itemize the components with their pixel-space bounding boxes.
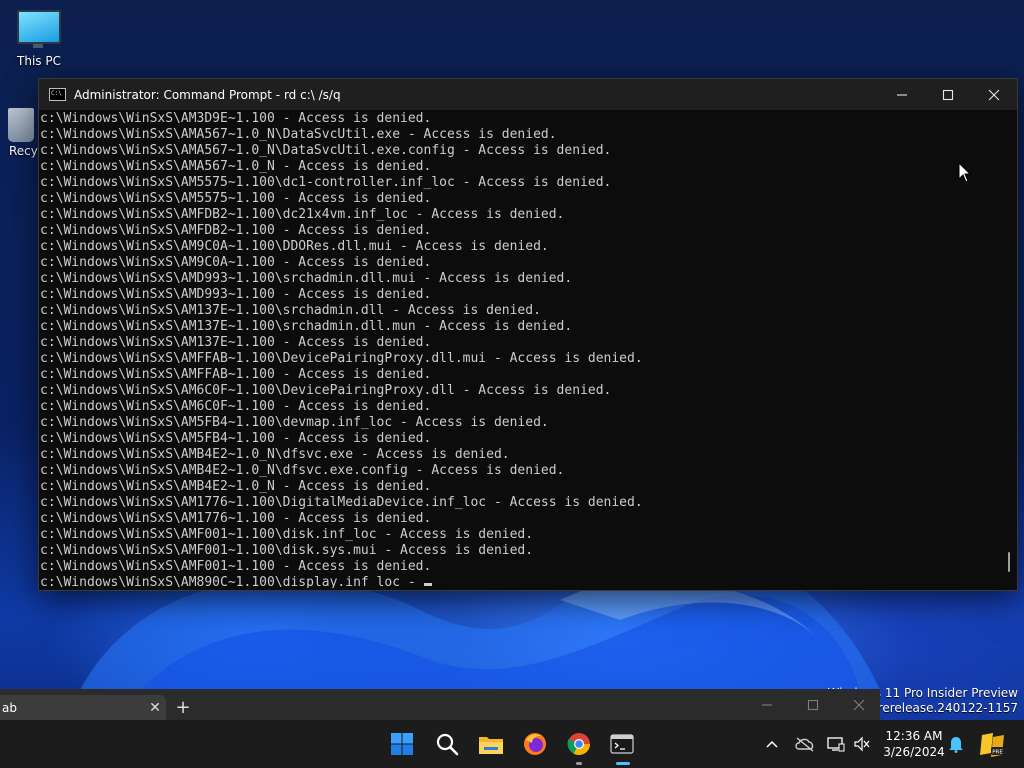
console-line: c:\Windows\WinSxS\AM137E~1.100 - Access … (40, 335, 432, 350)
windows-logo-icon (391, 733, 413, 755)
tab-close-icon[interactable]: ✕ (144, 700, 166, 716)
minimize-button[interactable] (879, 79, 925, 110)
desktop-icon-recycle-bin[interactable]: Recycle Bin (4, 108, 38, 158)
terminal-tab[interactable]: ab ✕ (0, 695, 166, 720)
command-prompt-window[interactable]: C:\ Administrator: Command Prompt - rd c… (38, 78, 1018, 591)
taskbar-clock[interactable]: 12:36 AM 3/26/2024 (876, 728, 952, 760)
console-line: c:\Windows\WinSxS\AM3D9E~1.100 - Access … (40, 111, 432, 126)
file-explorer-button[interactable] (475, 728, 507, 760)
console-line: c:\Windows\WinSxS\AM9C0A~1.100\DDORes.dl… (40, 239, 549, 254)
terminal-maximize-button[interactable] (790, 689, 836, 720)
console-line: c:\Windows\WinSxS\AM1776~1.100 - Access … (40, 511, 432, 526)
console-line: c:\Windows\WinSxS\AM6C0F~1.100 - Access … (40, 399, 432, 414)
mouse-pointer-icon (958, 162, 972, 183)
scrollbar-thumb[interactable] (1008, 552, 1010, 572)
firefox-button[interactable] (519, 728, 551, 760)
show-hidden-icons-button[interactable] (760, 720, 784, 768)
terminal-icon (610, 734, 634, 754)
chrome-icon (567, 733, 590, 755)
console-line: c:\Windows\WinSxS\AM5575~1.100\dc1-contr… (40, 175, 612, 190)
desktop-icon-this-pc[interactable]: This PC (4, 10, 74, 68)
chevron-up-icon (766, 740, 778, 748)
terminal-button[interactable] (606, 728, 638, 765)
network-icon (827, 737, 845, 752)
console-line: c:\Windows\WinSxS\AMF001~1.100\disk.sys.… (40, 543, 534, 558)
maximize-button[interactable] (925, 79, 971, 110)
desktop-icon-label: Recycle Bin (9, 144, 38, 158)
monitor-icon (17, 10, 61, 48)
minimize-icon (897, 93, 907, 96)
new-tab-button[interactable]: + (172, 697, 194, 718)
cmd-app-icon: C:\ (49, 88, 66, 101)
console-line: c:\Windows\WinSxS\AM9C0A~1.100 - Access … (40, 255, 432, 270)
maximize-icon (807, 699, 819, 710)
clock-time: 12:36 AM (885, 729, 943, 743)
console-line: c:\Windows\WinSxS\AM137E~1.100\srchadmin… (40, 319, 573, 334)
console-line: c:\Windows\WinSxS\AMF001~1.100 - Access … (40, 559, 432, 574)
console-line: c:\Windows\WinSxS\AMD993~1.100\srchadmin… (40, 271, 573, 286)
insider-pre-badge[interactable]: PRE (976, 720, 1008, 768)
search-button[interactable] (431, 728, 463, 760)
minimize-icon (762, 703, 772, 706)
console-line: c:\Windows\WinSxS\AMD993~1.100 - Access … (40, 287, 432, 302)
console-line: c:\Windows\WinSxS\AMA567~1.0_N - Access … (40, 159, 432, 174)
current-line-text: c:\Windows\WinSxS\AM890C~1.100\display.i… (40, 575, 424, 588)
bell-icon (949, 737, 963, 753)
start-button[interactable] (386, 728, 418, 760)
insider-pre-icon: PRE (980, 733, 1004, 757)
terminal-window-controls (744, 689, 882, 720)
cloud-offline-icon (795, 737, 814, 752)
console-line: c:\Windows\WinSxS\AM5FB4~1.100 - Access … (40, 431, 432, 446)
terminal-minimize-button[interactable] (744, 689, 790, 720)
console-line: c:\Windows\WinSxS\AMB4E2~1.0_N\dfsvc.exe… (40, 463, 565, 478)
firefox-icon (524, 733, 546, 755)
clock-date: 3/26/2024 (883, 745, 945, 759)
window-title: Administrator: Command Prompt - rd c:\ /… (74, 87, 341, 102)
chrome-button[interactable] (563, 728, 595, 765)
console-line: c:\Windows\WinSxS\AMB4E2~1.0_N - Access … (40, 479, 432, 494)
maximize-icon (942, 89, 954, 100)
console-line: c:\Windows\WinSxS\AMFDB2~1.100\dc21x4vm.… (40, 207, 565, 222)
console-line: c:\Windows\WinSxS\AMA567~1.0_N\DataSvcUt… (40, 127, 557, 142)
terminal-tab-label: ab (2, 700, 17, 715)
taskbar: 12:36 AM 3/26/2024 PRE (0, 720, 1024, 768)
volume-tray-button[interactable] (850, 720, 874, 768)
notifications-button[interactable] (944, 720, 968, 768)
console-line: c:\Windows\WinSxS\AM137E~1.100\srchadmin… (40, 303, 541, 318)
folder-icon (479, 737, 503, 754)
recycle-bin-icon (8, 108, 34, 142)
text-cursor (423, 583, 432, 586)
close-icon (988, 89, 1000, 100)
search-icon (436, 733, 459, 756)
console-line: c:\Windows\WinSxS\AM1776~1.100\DigitalMe… (40, 495, 643, 510)
close-icon (853, 699, 865, 710)
window-titlebar[interactable]: C:\ Administrator: Command Prompt - rd c… (39, 79, 1017, 110)
console-line: c:\Windows\WinSxS\AMFFAB~1.100\DevicePai… (40, 351, 643, 366)
console-output[interactable]: c:\Windows\WinSxS\AM3D9E~1.100 - Access … (40, 110, 998, 588)
console-current-line: c:\Windows\WinSxS\AM890C~1.100\display.i… (40, 575, 998, 588)
network-tray-button[interactable] (824, 720, 848, 768)
console-line: c:\Windows\WinSxS\AM5FB4~1.100\devmap.in… (40, 415, 549, 430)
desktop-icon-label: This PC (17, 54, 61, 68)
console-line: c:\Windows\WinSxS\AMB4E2~1.0_N\dfsvc.exe… (40, 447, 510, 462)
terminal-window-background[interactable]: ab ✕ + (0, 689, 880, 720)
console-line: c:\Windows\WinSxS\AM6C0F~1.100\DevicePai… (40, 383, 612, 398)
console-line: c:\Windows\WinSxS\AM5575~1.100 - Access … (40, 191, 432, 206)
console-line: c:\Windows\WinSxS\AMA567~1.0_N\DataSvcUt… (40, 143, 612, 158)
volume-muted-icon (854, 736, 870, 752)
console-line: c:\Windows\WinSxS\AMFFAB~1.100 - Access … (40, 367, 432, 382)
close-button[interactable] (971, 79, 1017, 110)
terminal-close-button[interactable] (836, 689, 882, 720)
console-line: c:\Windows\WinSxS\AMF001~1.100\disk.inf_… (40, 527, 534, 542)
console-line: c:\Windows\WinSxS\AMFDB2~1.100 - Access … (40, 223, 432, 238)
onedrive-tray-button[interactable] (792, 720, 818, 768)
vertical-scrollbar[interactable] (1003, 110, 1013, 588)
svg-text:PRE: PRE (992, 750, 1003, 756)
